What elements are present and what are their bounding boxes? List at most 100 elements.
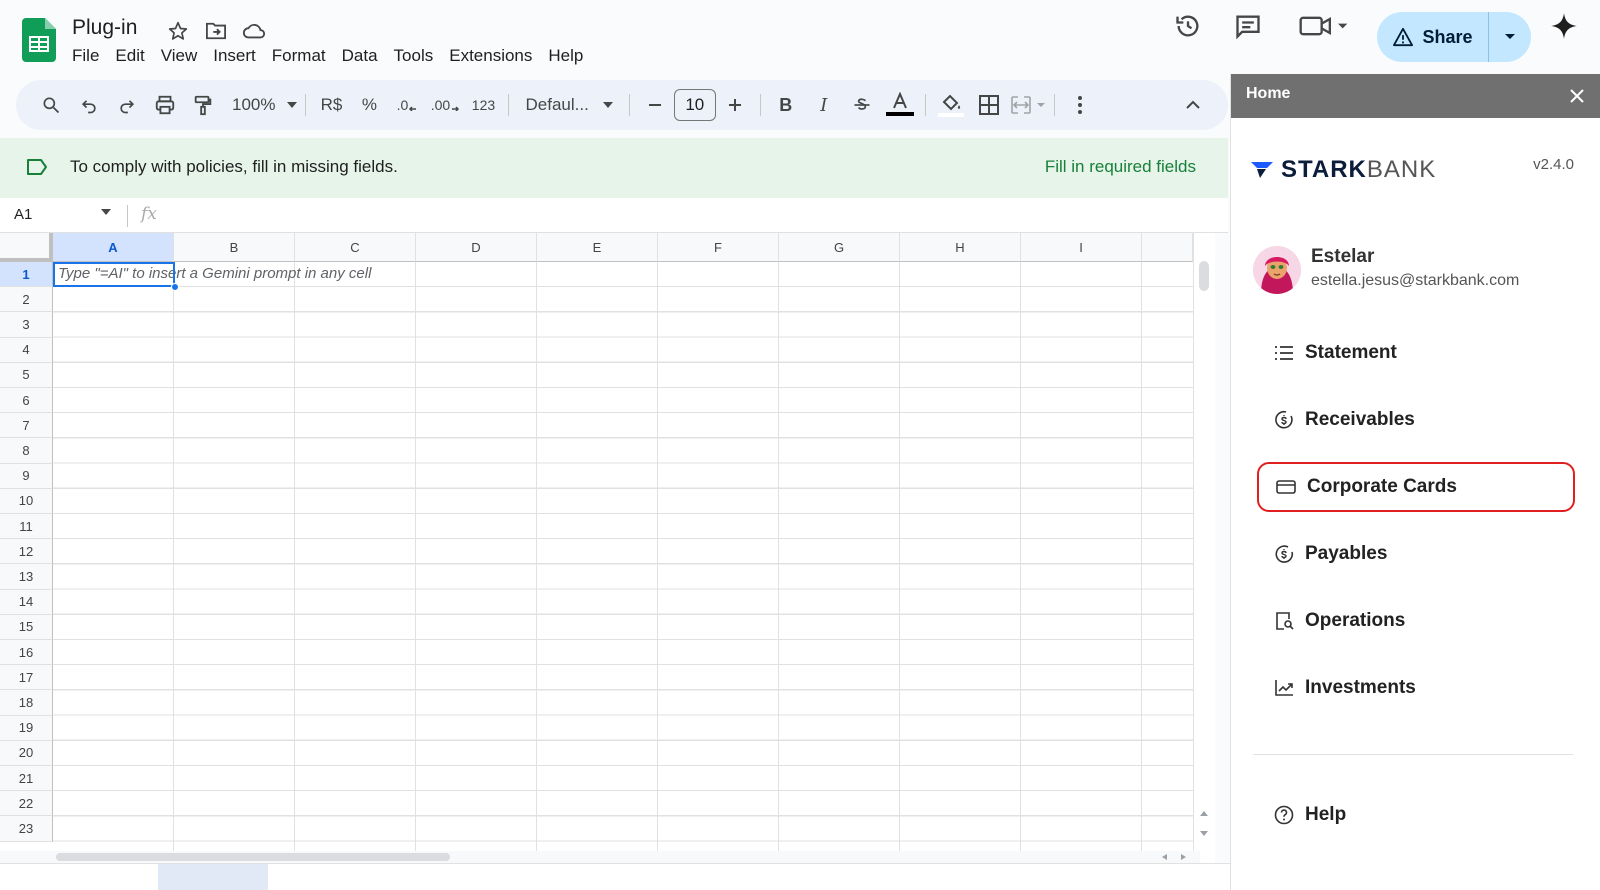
menu-format[interactable]: Format — [264, 44, 334, 68]
sheet-tab-active[interactable] — [158, 864, 268, 890]
paint-format-icon[interactable] — [186, 87, 220, 123]
menu-help[interactable]: Help — [540, 44, 591, 68]
row-header[interactable]: 11 — [0, 514, 53, 540]
nav-corporate-cards[interactable]: Corporate Cards — [1257, 462, 1575, 512]
nav-receivables[interactable]: Receivables — [1257, 395, 1575, 445]
search-menus-icon[interactable] — [34, 87, 68, 123]
row-header[interactable]: 20 — [0, 740, 53, 766]
share-dropdown-button[interactable] — [1489, 12, 1531, 62]
scroll-right-icon[interactable] — [1180, 853, 1188, 861]
column-header-c[interactable]: C — [295, 233, 416, 262]
row-header[interactable]: 23 — [0, 816, 53, 842]
font-size-input[interactable]: 10 — [673, 89, 716, 121]
meet-icon[interactable] — [1294, 8, 1354, 44]
row-header[interactable]: 1 — [0, 262, 53, 288]
comments-icon[interactable] — [1230, 8, 1266, 44]
row-header[interactable]: 19 — [0, 715, 53, 741]
row-header[interactable]: 14 — [0, 589, 53, 615]
row-header[interactable]: 16 — [0, 640, 53, 666]
column-header-b[interactable]: B — [174, 233, 295, 262]
column-header-h[interactable]: H — [900, 233, 1021, 262]
scroll-down-icon[interactable] — [1199, 830, 1209, 838]
scroll-up-icon[interactable] — [1199, 809, 1209, 817]
zoom-select[interactable]: 100% — [232, 87, 298, 123]
move-folder-icon[interactable] — [203, 18, 229, 44]
row-header[interactable]: 13 — [0, 564, 53, 590]
cell-area[interactable] — [53, 262, 1215, 863]
menu-tools[interactable]: Tools — [386, 44, 442, 68]
format-currency-button[interactable]: R$ — [314, 87, 348, 123]
caret-down-icon[interactable] — [100, 208, 112, 216]
font-select[interactable]: Defaul... — [517, 87, 620, 123]
share-button[interactable]: Share — [1377, 12, 1489, 62]
text-color-icon[interactable] — [883, 87, 917, 123]
bold-icon[interactable]: B — [769, 87, 803, 123]
increase-decimal-button[interactable]: .00 — [428, 87, 462, 123]
more-formats-button[interactable]: 123 — [466, 87, 500, 123]
redo-icon[interactable] — [110, 87, 144, 123]
fill-handle[interactable] — [171, 283, 179, 291]
more-options-icon[interactable] — [1063, 87, 1097, 123]
sheets-logo-icon[interactable] — [22, 18, 56, 62]
menu-edit[interactable]: Edit — [107, 44, 152, 68]
menu-data[interactable]: Data — [334, 44, 386, 68]
strikethrough-icon[interactable] — [845, 87, 879, 123]
undo-icon[interactable] — [72, 87, 106, 123]
print-icon[interactable] — [148, 87, 182, 123]
row-header[interactable]: 18 — [0, 690, 53, 716]
vertical-scroll-thumb[interactable] — [1199, 261, 1209, 291]
menu-view[interactable]: View — [153, 44, 206, 68]
nav-operations[interactable]: Operations — [1257, 596, 1575, 646]
document-title[interactable]: Plug-in — [72, 16, 137, 40]
row-header[interactable]: 3 — [0, 312, 53, 338]
gemini-icon[interactable] — [1546, 8, 1582, 44]
spreadsheet-grid[interactable]: A B C D E F G H I 1 2 3 4 5 6 7 8 9 10 11 12 13 14 15 1… — [0, 233, 1215, 863]
decrease-font-size-icon[interactable] — [638, 87, 672, 123]
increase-font-size-icon[interactable] — [718, 87, 752, 123]
cloud-saved-icon[interactable] — [241, 18, 267, 44]
vertical-scrollbar[interactable] — [1193, 233, 1215, 863]
row-header[interactable]: 2 — [0, 287, 53, 313]
column-header-j[interactable] — [1142, 233, 1193, 262]
row-header[interactable]: 17 — [0, 665, 53, 691]
borders-icon[interactable] — [972, 87, 1006, 123]
row-header[interactable]: 12 — [0, 539, 53, 565]
row-header[interactable]: 6 — [0, 388, 53, 414]
menu-file[interactable]: File — [64, 44, 107, 68]
row-header[interactable]: 15 — [0, 614, 53, 640]
star-icon[interactable] — [165, 18, 191, 44]
horizontal-scroll-thumb[interactable] — [56, 853, 450, 861]
row-header[interactable]: 21 — [0, 766, 53, 792]
decrease-decimal-button[interactable]: .0 — [390, 87, 424, 123]
row-header[interactable]: 4 — [0, 337, 53, 363]
collapse-menus-icon[interactable] — [1176, 87, 1210, 123]
column-header-a[interactable]: A — [53, 233, 174, 262]
menu-insert[interactable]: Insert — [205, 44, 264, 68]
nav-help[interactable]: Help — [1257, 790, 1575, 840]
horizontal-scrollbar[interactable] — [0, 851, 1200, 863]
close-icon[interactable] — [1563, 82, 1591, 110]
fill-color-icon[interactable] — [934, 87, 968, 123]
row-header[interactable]: 9 — [0, 463, 53, 489]
row-header[interactable]: 22 — [0, 791, 53, 817]
column-header-e[interactable]: E — [537, 233, 658, 262]
scroll-left-icon[interactable] — [1160, 853, 1168, 861]
column-header-i[interactable]: I — [1021, 233, 1142, 262]
merge-cells-icon[interactable] — [1010, 87, 1046, 123]
version-history-icon[interactable] — [1170, 8, 1206, 44]
nav-statement[interactable]: Statement — [1257, 328, 1575, 378]
column-header-d[interactable]: D — [416, 233, 537, 262]
format-percent-button[interactable]: % — [352, 87, 386, 123]
active-cell-a1[interactable] — [53, 262, 175, 287]
fill-required-fields-link[interactable]: Fill in required fields — [1045, 157, 1196, 177]
column-header-f[interactable]: F — [658, 233, 779, 262]
row-header[interactable]: 5 — [0, 362, 53, 388]
menu-extensions[interactable]: Extensions — [441, 44, 540, 68]
column-header-g[interactable]: G — [779, 233, 900, 262]
name-box[interactable]: A1 — [14, 206, 32, 223]
row-header[interactable]: 8 — [0, 438, 53, 464]
nav-investments[interactable]: Investments — [1257, 663, 1575, 713]
row-header[interactable]: 7 — [0, 413, 53, 439]
italic-icon[interactable]: I — [807, 87, 841, 123]
row-header[interactable]: 10 — [0, 488, 53, 514]
